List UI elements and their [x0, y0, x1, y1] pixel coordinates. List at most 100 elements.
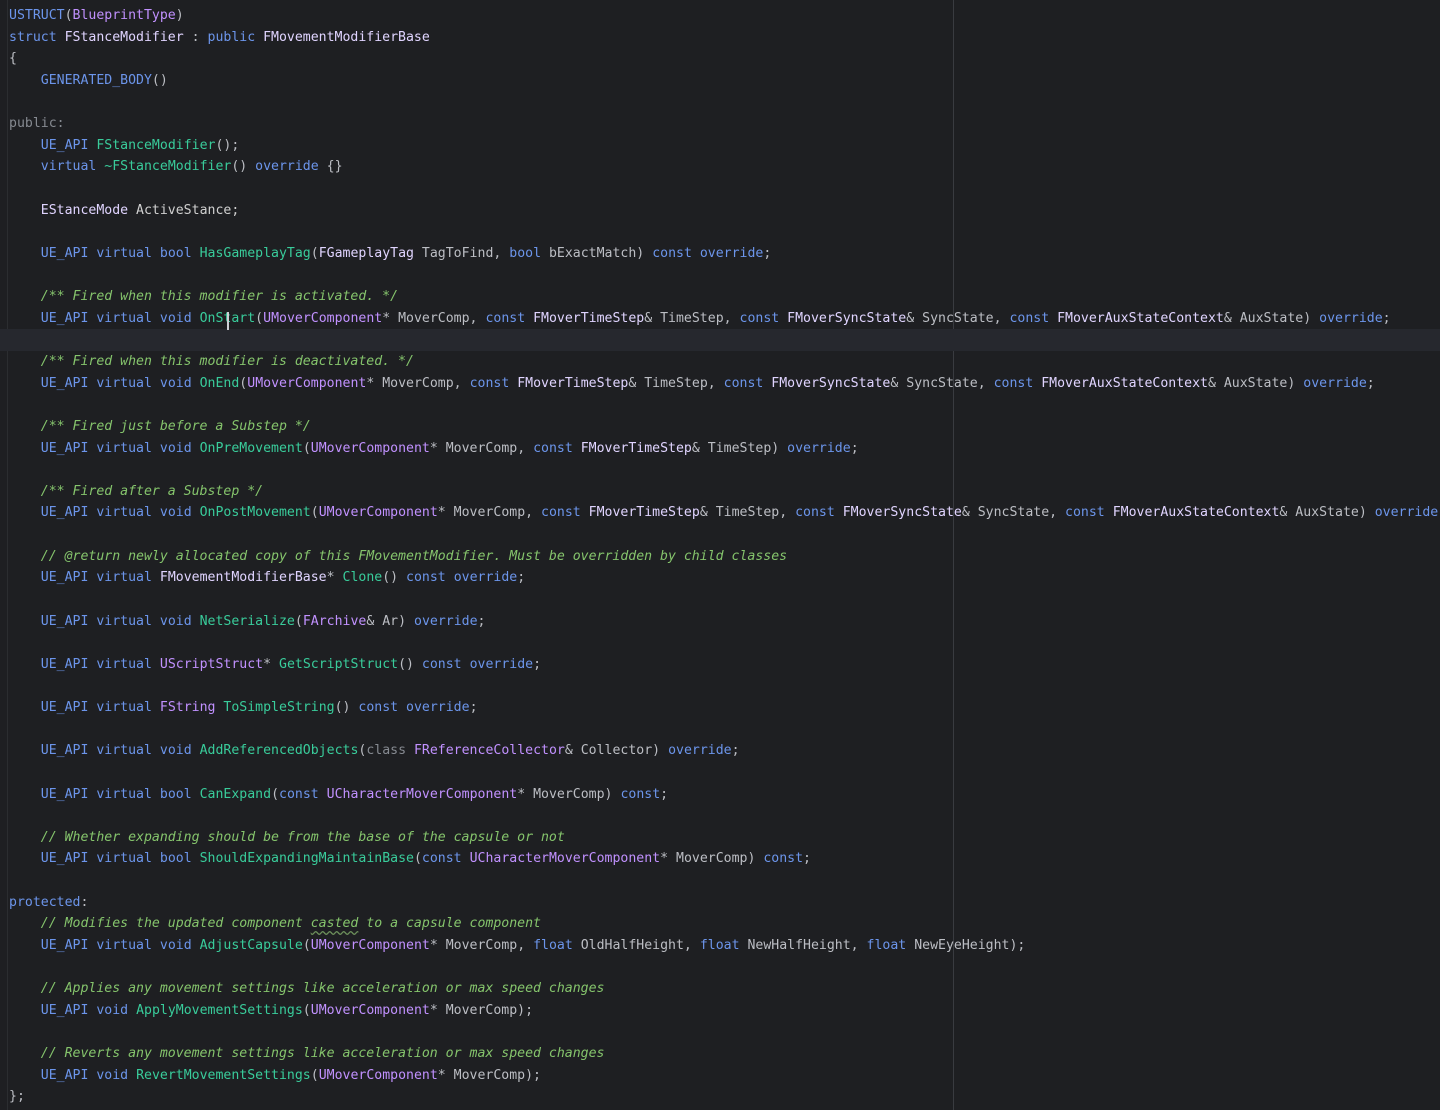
code-token-dim: public [9, 116, 57, 132]
code-line[interactable]: virtual ~FStanceModifier() override {} [9, 156, 1440, 178]
code-line[interactable]: UE_API virtual void NetSerialize(FArchiv… [9, 611, 1440, 633]
code-token-type: FArchive [302, 613, 367, 629]
code-token-param: NewEyeHeight); [914, 937, 1026, 953]
code-line[interactable]: /** Fired when this modifier is activate… [9, 286, 1440, 308]
code-line[interactable]: // Reverts any movement settings like ac… [9, 1043, 1440, 1065]
code-line[interactable]: UE_API virtual bool ShouldExpandingMaint… [9, 848, 1440, 870]
code-token-plain: ; [1366, 375, 1375, 391]
code-line[interactable]: UE_API virtual FMovementModifierBase* Cl… [9, 567, 1440, 589]
code-line[interactable]: // Modifies the updated component casted… [9, 913, 1440, 935]
code-line[interactable] [9, 221, 1440, 243]
code-line[interactable]: UE_API void ApplyMovementSettings(UMover… [9, 1000, 1440, 1022]
code-token-plain: ( [255, 310, 264, 326]
code-line[interactable]: // Applies any movement settings like ac… [9, 978, 1440, 1000]
code-token-comment: to a capsule component [358, 916, 541, 932]
code-line[interactable]: }; [9, 1086, 1440, 1108]
code-token-keyword: void [159, 613, 200, 629]
code-token-keyword: virtual [96, 440, 160, 456]
code-line[interactable]: UE_API virtual UScriptStruct* GetScriptS… [9, 654, 1440, 676]
code-token-func: RevertMovementSettings [136, 1067, 311, 1083]
code-token-macro: UE_API [40, 505, 89, 521]
code-line[interactable] [9, 524, 1440, 546]
code-line[interactable]: public: [9, 113, 1440, 135]
code-line[interactable]: UE_API FStanceModifier(); [9, 135, 1440, 157]
code-line[interactable]: struct FStanceModifier : public FMovemen… [9, 27, 1440, 49]
code-line[interactable]: /** Fired just before a Substep */ [9, 416, 1440, 438]
code-token-dim: : [56, 116, 65, 132]
code-line[interactable] [9, 870, 1440, 892]
code-token-struct: FMoverSyncState [787, 310, 907, 326]
code-token-keyword: virtual [96, 310, 160, 326]
code-token-type: FString [159, 700, 216, 715]
code-line[interactable]: /** Fired when this modifier is deactiva… [9, 351, 1440, 373]
code-line[interactable] [9, 265, 1440, 287]
code-token-struct: FMoverTimeStep [588, 505, 700, 521]
code-line[interactable]: UE_API virtual bool HasGameplayTag(FGame… [9, 243, 1440, 265]
code-token-keyword: bool [509, 245, 549, 261]
code-token-func: Clone [342, 570, 383, 586]
code-line[interactable]: EStanceMode ActiveStance; [9, 200, 1440, 222]
code-line[interactable]: // Whether expanding should be from the … [9, 827, 1440, 849]
code-token-keyword: protected [9, 894, 81, 910]
code-token-type: UMoverComponent [263, 310, 383, 326]
code-line[interactable] [9, 719, 1440, 741]
code-editor[interactable]: USTRUCT(BlueprintType) struct FStanceModi… [0, 0, 1440, 1110]
code-token-keyword: void [96, 1002, 137, 1018]
code-token-param: & SyncState, [890, 375, 994, 391]
code-token-param: TagToFind, [413, 245, 510, 261]
code-token-keyword: const [795, 505, 843, 521]
code-line[interactable]: UE_API void RevertMovementSettings(UMove… [9, 1065, 1440, 1087]
code-token-plain: () [382, 570, 407, 586]
code-line[interactable]: // @return newly allocated copy of this … [9, 546, 1440, 568]
code-token-comment: // @return newly allocated copy of this … [40, 548, 788, 564]
code-line[interactable]: UE_API virtual FString ToSimpleString() … [9, 697, 1440, 719]
code-token-param: * MoverComp, [437, 505, 542, 521]
code-token-plain: : [183, 29, 208, 45]
code-token-keyword: bool [159, 245, 200, 261]
code-line[interactable]: UE_API virtual void OnStart(UMoverCompon… [9, 308, 1440, 330]
code-token-macro: UE_API [40, 786, 89, 802]
code-token-param: * MoverComp, [429, 440, 534, 456]
code-lines[interactable]: USTRUCT(BlueprintType) struct FStanceModi… [0, 5, 1440, 1108]
code-line[interactable] [9, 1021, 1440, 1043]
code-line[interactable]: UE_API virtual void AdjustCapsule(UMover… [9, 935, 1440, 957]
code-token-macro: UE_API [40, 375, 89, 391]
code-line[interactable]: protected: [9, 892, 1440, 914]
code-line[interactable]: UE_API virtual void AddReferencedObjects… [9, 740, 1440, 762]
code-line[interactable]: UE_API virtual void OnPostMovement(UMove… [9, 502, 1440, 524]
code-line[interactable]: GENERATED_BODY() [9, 70, 1440, 92]
code-line[interactable]: UE_API virtual void OnPreMovement(UMover… [9, 438, 1440, 460]
code-line[interactable] [9, 762, 1440, 784]
code-line[interactable] [9, 178, 1440, 200]
code-token-struct: FMoverSyncState [771, 375, 891, 391]
code-line[interactable] [9, 589, 1440, 611]
code-line[interactable]: { [9, 48, 1440, 70]
code-line[interactable] [9, 632, 1440, 654]
code-line[interactable]: UE_API virtual bool CanExpand(const UCha… [9, 784, 1440, 806]
code-line-current[interactable] [0, 329, 1440, 351]
code-token-keyword: const [993, 375, 1042, 391]
code-token-param: & AuxState) [1279, 505, 1375, 521]
code-line[interactable]: USTRUCT(BlueprintType) [9, 5, 1440, 27]
code-line[interactable] [9, 675, 1440, 697]
code-token-keyword: virtual [96, 851, 160, 867]
code-token-comment: /** Fired when this modifier is activate… [40, 289, 399, 305]
code-line[interactable] [9, 92, 1440, 114]
code-token-keyword: void [159, 743, 200, 759]
code-line[interactable] [9, 805, 1440, 827]
code-token-comment: /** Fired when this modifier is deactiva… [40, 354, 414, 369]
code-line[interactable] [9, 459, 1440, 481]
code-line[interactable] [9, 394, 1440, 416]
code-line[interactable]: /** Fired after a Substep */ [9, 481, 1440, 503]
code-line[interactable]: UE_API virtual void OnEnd(UMoverComponen… [9, 373, 1440, 395]
code-line[interactable] [9, 957, 1440, 979]
code-token-param: bExactMatch) [548, 245, 653, 261]
code-token-macro: UE_API [40, 613, 89, 629]
code-token-type: FReferenceCollector [413, 743, 565, 759]
